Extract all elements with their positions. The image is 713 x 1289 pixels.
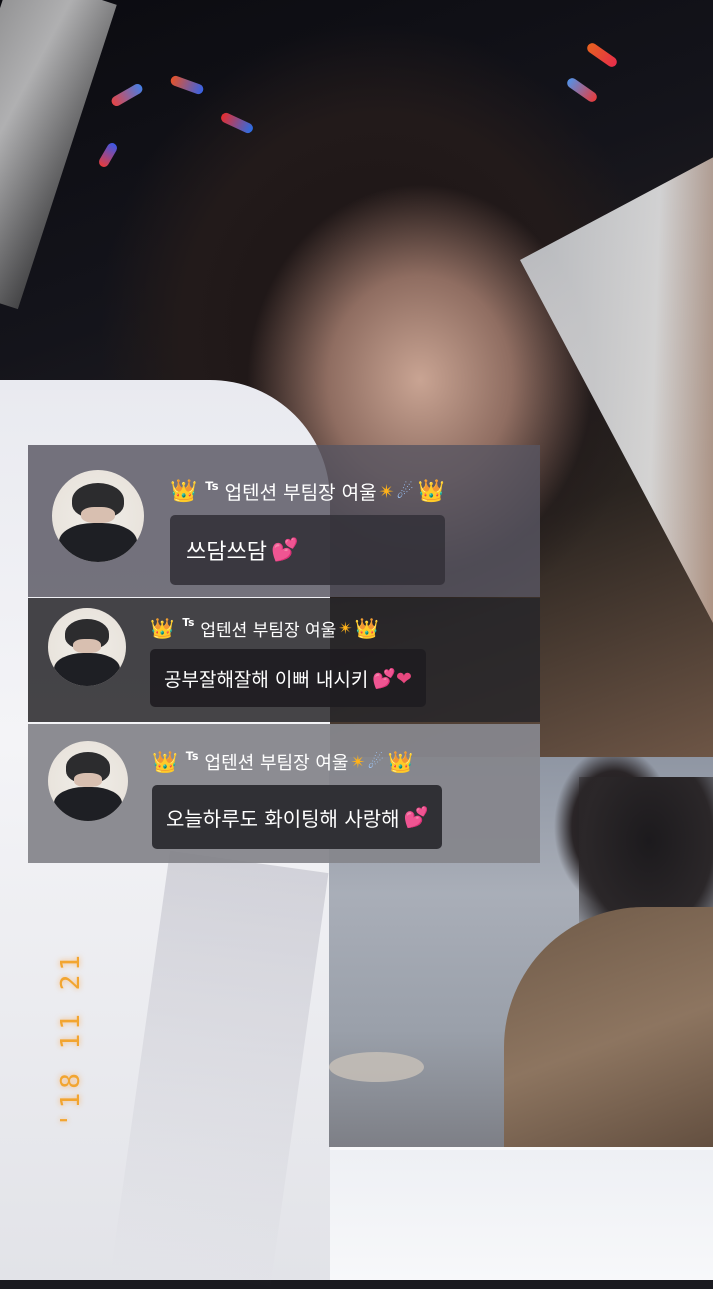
crown-icon: 👑 [387, 749, 414, 774]
comment-card: 👑 Ts 업텐션 부팀장 여울 ✴ ☄ 👑 오늘하루도 화이팅해 사랑해 💕 [28, 724, 540, 863]
inset-figure-coat [504, 907, 713, 1147]
crown-icon: 👑 [354, 617, 379, 640]
crown-icon: 👑 [417, 479, 445, 504]
crown-icon: 👑 [170, 479, 198, 504]
author-name[interactable]: 👑 Ts 업텐션 부팀장 여울 ✴ 👑 [150, 616, 426, 642]
author-name-text: 업텐션 부팀장 여울 [204, 753, 349, 774]
sparkle-icon: ✴ [338, 618, 353, 639]
crown-icon: 👑 [152, 749, 178, 774]
message-text: 공부잘해잘해 이뻐 내시키 [164, 668, 369, 691]
sparkle-icon: ✴ [350, 751, 366, 773]
shooting-star-icon: ☄ [396, 480, 414, 503]
author-prefix: Ts [182, 616, 195, 629]
hearts-icon: 💕 [270, 537, 299, 563]
comment-card: 👑 Ts 업텐션 부팀장 여울 ✴ 👑 공부잘해잘해 이뻐 내시키 💕❤ [28, 598, 540, 722]
author-name-text: 업텐션 부팀장 여울 [224, 482, 377, 504]
comment-card: 👑 Ts 업텐션 부팀장 여울 ✴ ☄ 👑 쓰담쓰담 💕 [28, 445, 540, 597]
message-text: 오늘하루도 화이팅해 사랑해 [166, 806, 400, 831]
hearts-icon: 💕❤ [372, 667, 412, 690]
author-prefix: Ts [205, 478, 219, 493]
hearts-icon: 💕 [403, 805, 429, 829]
avatar[interactable] [48, 741, 128, 821]
shooting-star-icon: ☄ [367, 751, 384, 773]
author-name[interactable]: 👑 Ts 업텐션 부팀장 여울 ✴ ☄ 👑 [170, 478, 445, 505]
avatar[interactable] [48, 608, 126, 686]
avatar[interactable] [52, 470, 144, 562]
author-name[interactable]: 👑 Ts 업텐션 부팀장 여울 ✴ ☄ 👑 [152, 749, 442, 775]
author-prefix: Ts [185, 749, 199, 763]
crown-icon: 👑 [150, 617, 175, 640]
inset-table [329, 1052, 424, 1082]
message-bubble: 공부잘해잘해 이뻐 내시키 💕❤ [150, 649, 426, 707]
date-stamp: '18 11 21 [56, 951, 86, 1128]
sparkle-icon: ✴ [378, 480, 395, 503]
author-name-text: 업텐션 부팀장 여울 [200, 621, 337, 641]
message-text: 쓰담쓰담 [186, 540, 267, 565]
message-bubble: 오늘하루도 화이팅해 사랑해 💕 [152, 785, 443, 849]
message-bubble: 쓰담쓰담 💕 [170, 515, 445, 585]
